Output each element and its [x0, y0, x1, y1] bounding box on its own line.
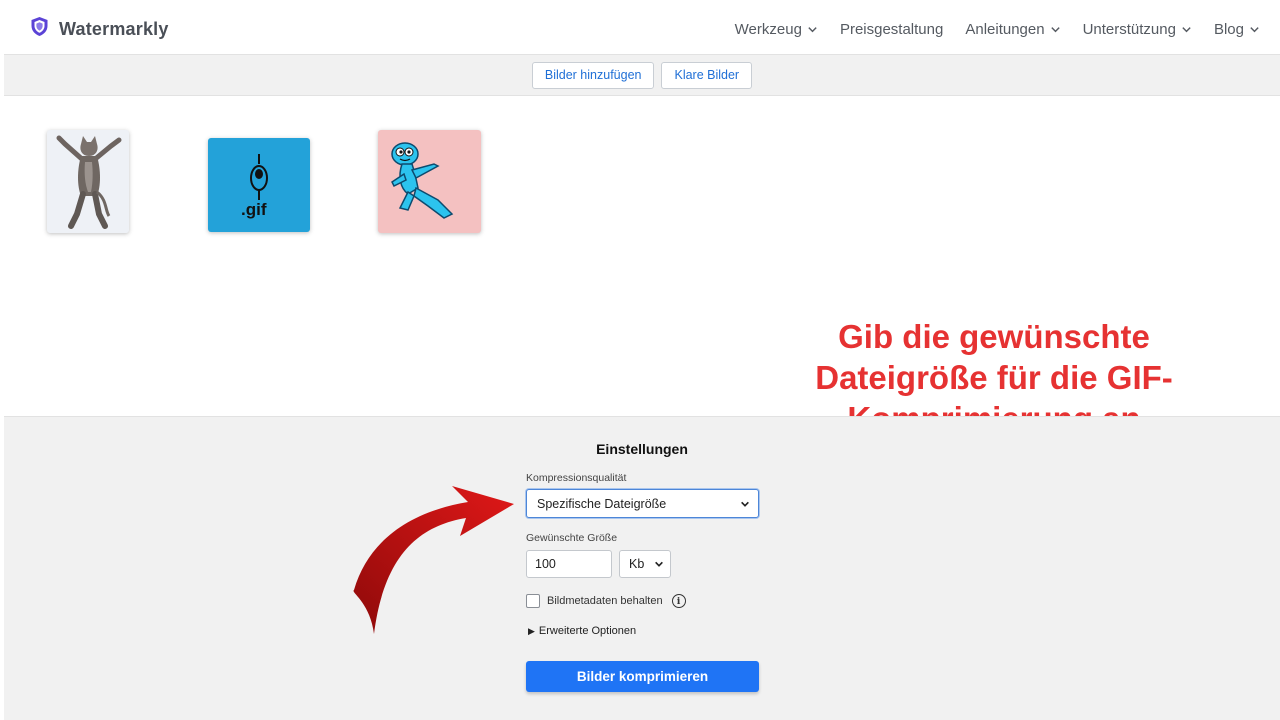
shield-logo-icon	[30, 16, 49, 42]
compression-quality-select[interactable]: Spezifische Dateigröße	[526, 489, 759, 518]
top-navbar: Watermarkly Werkzeug Preisgestaltung Anl…	[4, 4, 1280, 54]
nav-label: Preisgestaltung	[839, 20, 944, 38]
size-label: Gewünschte Größe	[526, 532, 618, 544]
metadata-option: Bildmetadaten behalten i	[526, 594, 686, 608]
chevron-down-icon	[741, 501, 749, 507]
chevron-down-icon	[655, 561, 663, 567]
nav-label: Blog	[1213, 20, 1244, 38]
info-icon[interactable]: i	[671, 594, 686, 608]
caret-right-icon: ▶	[528, 625, 535, 636]
chevron-down-icon	[1050, 26, 1060, 32]
curved-arrow-annotation-icon	[353, 486, 514, 634]
nav-label: Werkzeug	[734, 20, 802, 38]
keep-metadata-label[interactable]: Bildmetadaten behalten	[547, 595, 663, 607]
main-nav: Werkzeug Preisgestaltung Anleitungen Unt…	[735, 21, 1260, 38]
image-thumbnail-blue-cartoon[interactable]	[378, 130, 481, 233]
nav-label: Unterstützung	[1082, 20, 1176, 38]
unit-selected-value: Kb	[629, 557, 645, 571]
nav-item-blog[interactable]: Blog	[1214, 21, 1260, 38]
nav-item-werkzeug[interactable]: Werkzeug	[735, 21, 818, 38]
nav-label: Anleitungen	[965, 20, 1045, 38]
chevron-down-icon	[808, 26, 817, 32]
keep-metadata-checkbox[interactable]	[526, 594, 540, 608]
quality-selected-value: Spezifische Dateigröße	[537, 496, 667, 511]
size-unit-select[interactable]: Kb	[619, 550, 671, 578]
desired-size-input[interactable]	[526, 550, 612, 578]
nav-item-preisgestaltung[interactable]: Preisgestaltung	[840, 21, 943, 38]
compress-images-button[interactable]: Bilder komprimieren	[526, 661, 759, 692]
chevron-down-icon	[1250, 26, 1259, 32]
nav-item-unterstuetzung[interactable]: Unterstützung	[1083, 21, 1192, 38]
brand[interactable]: Watermarkly	[30, 16, 169, 42]
page: Watermarkly Werkzeug Preisgestaltung Anl…	[4, 4, 1280, 720]
nav-item-anleitungen[interactable]: Anleitungen	[965, 21, 1060, 38]
settings-title: Einstellungen	[596, 441, 688, 457]
clear-images-button[interactable]: Klare Bilder	[661, 61, 753, 89]
advanced-options-toggle[interactable]: ▶ Erweiterte Optionen	[528, 625, 636, 637]
image-toolbar: Bilder hinzufügen Klare Bilder	[4, 54, 1280, 96]
blue-cartoon-image	[391, 142, 454, 219]
image-gallery: .gif Gib die gewünschte Dateigröße für d…	[4, 96, 1280, 437]
settings-panel: Einstellungen Kompressionsqualität Spezi…	[4, 416, 1280, 720]
image-thumbnail-gif-icon[interactable]: .gif	[208, 138, 310, 232]
add-images-button[interactable]: Bilder hinzufügen	[531, 61, 655, 89]
advanced-options-label: Erweiterte Optionen	[538, 625, 637, 637]
dancing-cat-image	[56, 135, 122, 229]
image-thumbnail-dancing-cat[interactable]	[47, 130, 129, 233]
chevron-down-icon	[1182, 26, 1191, 32]
quality-label: Kompressionsqualität	[526, 472, 627, 484]
gif-caption: .gif	[241, 200, 267, 219]
brand-name: Watermarkly	[59, 18, 169, 39]
